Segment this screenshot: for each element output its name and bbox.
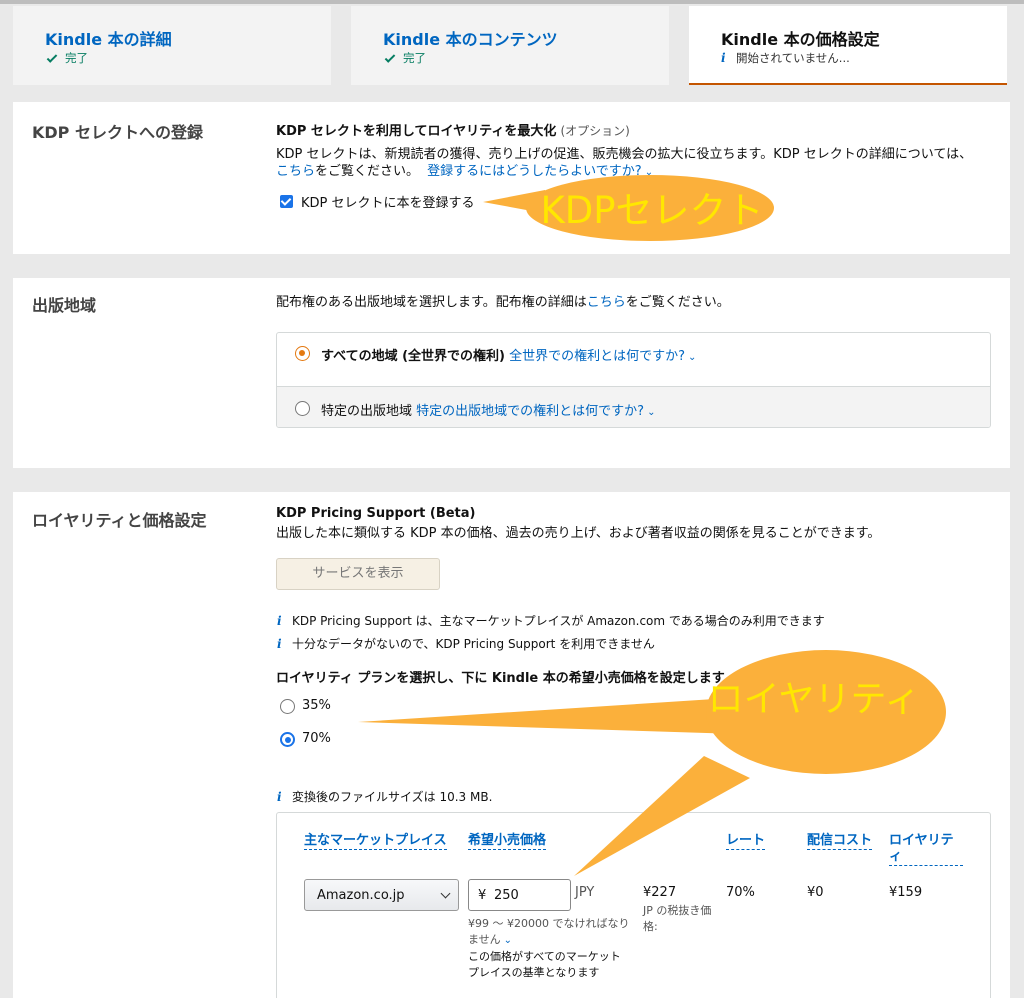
kdp-select-callout: KDPセレクト [483, 175, 774, 241]
callout-overlay: KDPセレクト ロイヤリティ [358, 175, 946, 876]
royalty-callout: ロイヤリティ [358, 650, 946, 876]
kdp-select-callout-text: KDPセレクト [540, 189, 763, 232]
royalty-callout-text: ロイヤリティ [708, 679, 921, 720]
